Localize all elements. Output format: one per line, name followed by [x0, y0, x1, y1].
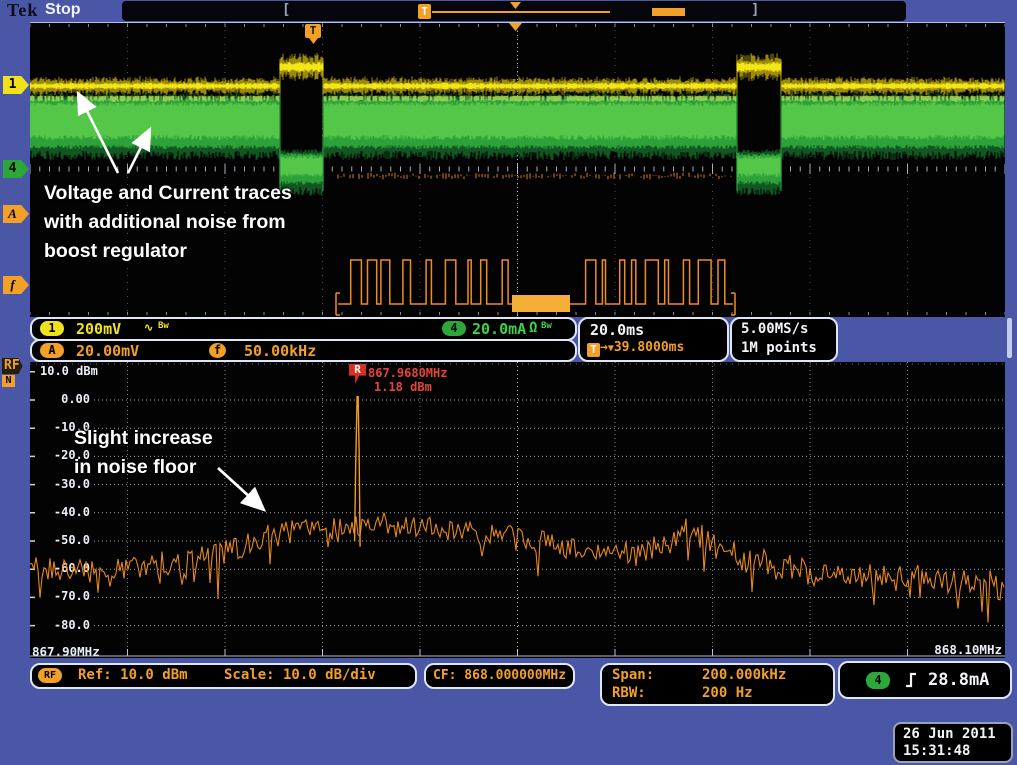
acquisition-status: Stop [45, 1, 81, 19]
span-rbw-box: Span: 200.000kHz RBW: 200 Hz [600, 663, 835, 706]
rf-amplitude-marker[interactable]: A [3, 205, 29, 223]
rf-settings-box: RF Ref: 10.0 dBm Scale: 10.0 dB/div [30, 663, 417, 689]
vertical-scale: Scale: 10.0 dB/div [224, 667, 376, 683]
center-frequency: CF: 868.000000MHz [433, 668, 566, 683]
trigger-line [432, 11, 610, 13]
rf-frequency-scale: 50.00kHz [244, 342, 316, 360]
tek-logo: Tek [7, 0, 38, 21]
trigger-delay-icon: T [587, 343, 600, 357]
rf-frequency-badge: f [209, 343, 226, 358]
datetime-box: 26 Jun 2011 15:31:48 [893, 722, 1013, 763]
vertical-readout-box: 1 200mV ∿ Bw 4 20.0mA Ω Bw [30, 317, 577, 341]
trigger-position-flag[interactable]: T [305, 24, 321, 38]
rbw-label: RBW: [612, 685, 646, 701]
spectrum-trace [30, 362, 1005, 658]
rf-amplitude-scale: 20.00mV [76, 342, 139, 360]
trigger-icon: T [418, 4, 431, 19]
center-frequency-box: CF: 868.000000MHz [424, 663, 575, 689]
delay-arrow: → [600, 340, 608, 355]
rbw-value: 200 Hz [702, 685, 753, 701]
ref-level: Ref: 10.0 dBm [78, 667, 188, 683]
span-label: Span: [612, 667, 654, 683]
ch4-bandwidth-icon: Bw [541, 321, 552, 331]
ch4-badge: 4 [442, 321, 466, 336]
time-label: 15:31:48 [903, 743, 970, 759]
rf-badge-label: RF [2, 358, 23, 374]
ch4-scale: 20.0mA [472, 320, 526, 338]
spectrum-graticule: 0.00-10.0-20.0-30.0-40.0-50.0-60.0-70.0-… [30, 362, 1005, 658]
scope-annotation: Voltage and Current traces with addition… [44, 179, 292, 266]
sample-rate: 5.00MS/s [741, 321, 808, 337]
wave-inspector-bar[interactable]: [ ] T [122, 1, 906, 21]
oscilloscope-screen: Tek Stop [ ] T 1 4 A f T Voltage and Cur… [0, 0, 1017, 765]
ch1-badge: 1 [40, 321, 64, 336]
rf-frequency-marker[interactable]: f [3, 276, 29, 294]
side-indicator [1007, 318, 1012, 358]
ch1-coupling-icon: ∿ [144, 321, 153, 334]
trigger-readout-box: 4 28.8mA [838, 661, 1012, 699]
date-label: 26 Jun 2011 [903, 726, 996, 742]
rf-channel-badge[interactable]: RF N [2, 356, 30, 387]
time-domain-traces [30, 23, 1005, 317]
rf-badge: RF [38, 668, 62, 683]
channel1-marker[interactable]: 1 [3, 76, 29, 94]
rf-normal-trace-icon: N [2, 375, 15, 387]
trigger-source-badge: 4 [866, 672, 890, 689]
rf-readout-box: A 20.00mV f 50.00kHz [30, 339, 577, 362]
time-domain-graticule: T Voltage and Current traces with additi… [30, 22, 1005, 317]
spectrum-annotation: Slight increase in noise floor [74, 424, 213, 482]
timebase-box: 20.0ms T→▼39.8000ms [578, 317, 729, 362]
trigger-level: 28.8mA [928, 670, 989, 690]
timebase-scale: 20.0ms [590, 321, 644, 339]
expansion-point-icon [510, 2, 521, 9]
trigger-slope-icon [902, 670, 920, 690]
record-length: 1M points [741, 340, 817, 356]
acquisition-box: 5.00MS/s 1M points [730, 317, 838, 362]
zoom-window-indicator[interactable] [652, 8, 685, 16]
zoom-bracket-right: ] [751, 2, 759, 18]
trigger-delay-value: 39.8000ms [614, 340, 684, 355]
marker-frequency: 867.9680MHz [368, 366, 447, 380]
rf-amplitude-badge: A [40, 343, 64, 358]
channel4-marker[interactable]: 4 [3, 160, 29, 178]
ch1-bandwidth-icon: Bw [158, 321, 169, 331]
ch4-probe-icon: Ω [529, 320, 537, 336]
zoom-bracket-left: [ [282, 2, 290, 18]
span-value: 200.000kHz [702, 667, 786, 683]
ch1-scale: 200mV [76, 320, 121, 338]
marker-amplitude: 1.18 dBm [374, 380, 432, 394]
